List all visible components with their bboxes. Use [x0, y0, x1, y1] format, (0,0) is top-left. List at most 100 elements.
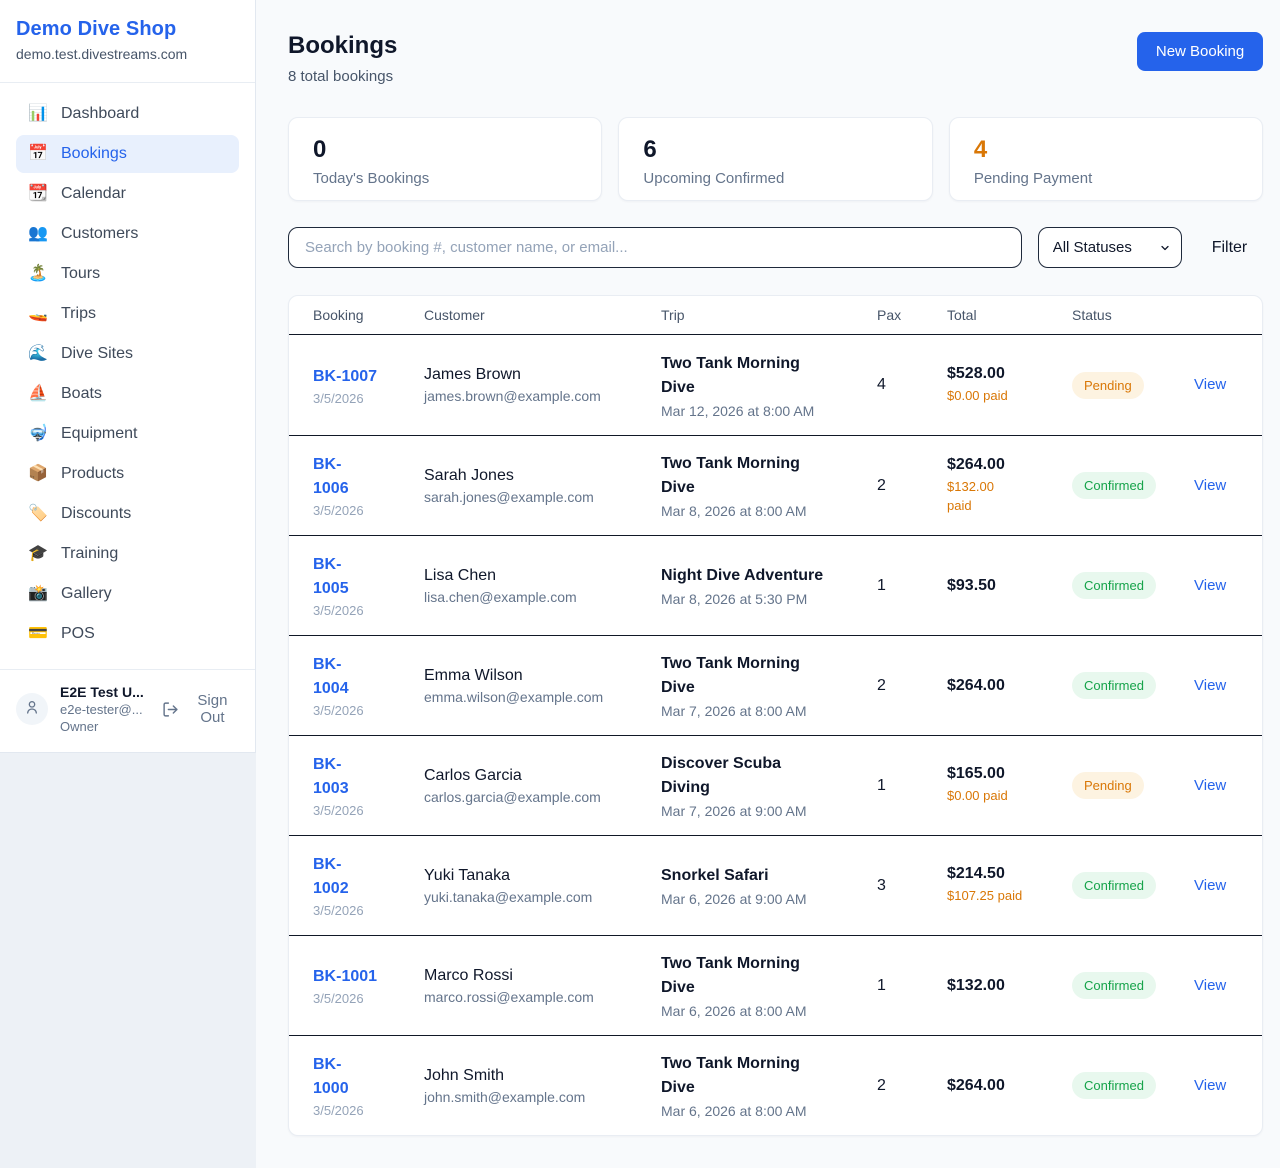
booking-cell: BK- 1000 3/5/2026: [313, 1053, 424, 1118]
view-link[interactable]: View: [1194, 977, 1226, 994]
trip-datetime: Mar 6, 2026 at 8:00 AM: [661, 1103, 865, 1119]
app-root: Demo Dive Shop demo.test.divestreams.com…: [0, 0, 1280, 1168]
trip-name: Two Tank Morning Dive: [661, 452, 865, 500]
table-row: BK- 1005 3/5/2026 Lisa Chen lisa.chen@ex…: [289, 535, 1262, 635]
customer-name: John Smith: [424, 1067, 649, 1085]
tours-icon: 🏝️: [28, 266, 48, 282]
booking-date: 3/5/2026: [313, 903, 412, 918]
status-cell: Confirmed: [1072, 572, 1194, 599]
total-cell: $93.50: [947, 577, 1072, 595]
pax-cell: 1: [877, 577, 947, 595]
sidebar-item-equipment[interactable]: 🤿Equipment: [16, 415, 239, 453]
customer-email: james.brown@example.com: [424, 388, 649, 404]
view-link[interactable]: View: [1194, 777, 1226, 794]
sidebar-item-pos[interactable]: 💳POS: [16, 615, 239, 653]
avatar: [16, 693, 48, 725]
customer-cell: Carlos Garcia carlos.garcia@example.com: [424, 767, 661, 805]
total-cell: $528.00 $0.00 paid: [947, 365, 1072, 406]
booking-cell: BK- 1006 3/5/2026: [313, 453, 424, 518]
sidebar-item-dashboard[interactable]: 📊 Dashboard: [16, 95, 239, 133]
table-row: BK- 1000 3/5/2026 John Smith john.smith@…: [289, 1035, 1262, 1135]
column-header-pax: Pax: [877, 307, 947, 323]
booking-id-link[interactable]: BK- 1002: [313, 853, 412, 901]
booking-date: 3/5/2026: [313, 503, 412, 518]
sidebar-item-bookings[interactable]: 📅 Bookings: [16, 135, 239, 173]
trip-name: Two Tank Morning Dive: [661, 952, 865, 1000]
pax-cell: 4: [877, 376, 947, 394]
dashboard-icon: 📊: [28, 106, 48, 122]
actions-cell: View: [1194, 477, 1238, 495]
customer-cell: Yuki Tanaka yuki.tanaka@example.com: [424, 867, 661, 905]
actions-cell: View: [1194, 777, 1238, 795]
dive-sites-icon: 🌊: [28, 346, 48, 362]
total-amount: $132.00: [947, 977, 1060, 995]
sidebar-item-trips[interactable]: 🚤Trips: [16, 295, 239, 333]
table-row: BK- 1002 3/5/2026 Yuki Tanaka yuki.tanak…: [289, 835, 1262, 935]
total-cell: $264.00 $132.00 paid: [947, 456, 1072, 516]
table-body: BK-1007 3/5/2026 James Brown james.brown…: [289, 335, 1262, 1135]
booking-id-link[interactable]: BK- 1005: [313, 553, 412, 601]
trip-cell: Two Tank Morning Dive Mar 6, 2026 at 8:0…: [661, 1052, 877, 1119]
sign-out-button[interactable]: Sign Out: [162, 692, 239, 726]
actions-cell: View: [1194, 977, 1238, 995]
trip-cell: Night Dive Adventure Mar 8, 2026 at 5:30…: [661, 564, 877, 607]
sidebar-user-section: E2E Test U... e2e-tester@... Owner Sign …: [0, 669, 255, 752]
table-row: BK- 1006 3/5/2026 Sarah Jones sarah.jone…: [289, 435, 1262, 535]
sidebar-item-training[interactable]: 🎓Training: [16, 535, 239, 573]
total-amount: $264.00: [947, 677, 1060, 695]
stat-label: Today's Bookings: [313, 170, 577, 187]
view-link[interactable]: View: [1194, 677, 1226, 694]
sidebar-item-label: Bookings: [61, 145, 127, 163]
sidebar-item-dive-sites[interactable]: 🌊Dive Sites: [16, 335, 239, 373]
booking-id-link[interactable]: BK- 1006: [313, 453, 412, 501]
sidebar-item-label: Dashboard: [61, 105, 139, 123]
sidebar-item-tours[interactable]: 🏝️Tours: [16, 255, 239, 293]
sidebar-item-calendar[interactable]: 📆Calendar: [16, 175, 239, 213]
customer-cell: John Smith john.smith@example.com: [424, 1067, 661, 1105]
view-link[interactable]: View: [1194, 877, 1226, 894]
sidebar-item-boats[interactable]: ⛵Boats: [16, 375, 239, 413]
booking-cell: BK- 1004 3/5/2026: [313, 653, 424, 718]
column-header-booking: Booking: [313, 307, 424, 323]
booking-id-link[interactable]: BK- 1003: [313, 753, 412, 801]
booking-date: 3/5/2026: [313, 991, 412, 1006]
booking-date: 3/5/2026: [313, 391, 412, 406]
search-input[interactable]: [288, 227, 1022, 268]
table-row: BK- 1003 3/5/2026 Carlos Garcia carlos.g…: [289, 735, 1262, 835]
filter-button[interactable]: Filter: [1198, 239, 1264, 257]
booking-date: 3/5/2026: [313, 803, 412, 818]
sidebar-item-gallery[interactable]: 📸Gallery: [16, 575, 239, 613]
sidebar-item-label: Equipment: [61, 425, 138, 443]
trip-cell: Snorkel Safari Mar 6, 2026 at 9:00 AM: [661, 864, 877, 907]
status-select[interactable]: All Statuses: [1038, 227, 1182, 268]
status-badge: Confirmed: [1072, 872, 1156, 899]
booking-id-link[interactable]: BK- 1000: [313, 1053, 412, 1101]
bookings-icon: 📅: [28, 146, 48, 162]
stat-card-today-s-bookings: 0Today's Bookings: [288, 117, 602, 201]
total-cell: $165.00 $0.00 paid: [947, 765, 1072, 806]
view-link[interactable]: View: [1194, 1077, 1226, 1094]
sidebar-item-customers[interactable]: 👥Customers: [16, 215, 239, 253]
view-link[interactable]: View: [1194, 577, 1226, 594]
customer-name: Lisa Chen: [424, 567, 649, 585]
sidebar-item-products[interactable]: 📦Products: [16, 455, 239, 493]
shop-name: Demo Dive Shop: [16, 18, 239, 41]
view-link[interactable]: View: [1194, 477, 1226, 494]
sidebar-item-label: POS: [61, 625, 95, 643]
booking-cell: BK- 1002 3/5/2026: [313, 853, 424, 918]
total-cell: $264.00: [947, 1077, 1072, 1095]
booking-id-link[interactable]: BK-1007: [313, 365, 412, 389]
sidebar-item-discounts[interactable]: 🏷️Discounts: [16, 495, 239, 533]
customers-icon: 👥: [28, 226, 48, 242]
discounts-icon: 🏷️: [28, 506, 48, 522]
booking-id-link[interactable]: BK-1001: [313, 965, 412, 989]
table-row: BK- 1004 3/5/2026 Emma Wilson emma.wilso…: [289, 635, 1262, 735]
page-header: Bookings 8 total bookings New Booking: [288, 32, 1263, 85]
sidebar-item-label: Products: [61, 465, 124, 483]
paid-amount: $132.00 paid: [947, 478, 1060, 516]
customer-email: marco.rossi@example.com: [424, 989, 649, 1005]
booking-id-link[interactable]: BK- 1004: [313, 653, 412, 701]
booking-date: 3/5/2026: [313, 703, 412, 718]
view-link[interactable]: View: [1194, 376, 1226, 393]
new-booking-button[interactable]: New Booking: [1137, 32, 1263, 71]
